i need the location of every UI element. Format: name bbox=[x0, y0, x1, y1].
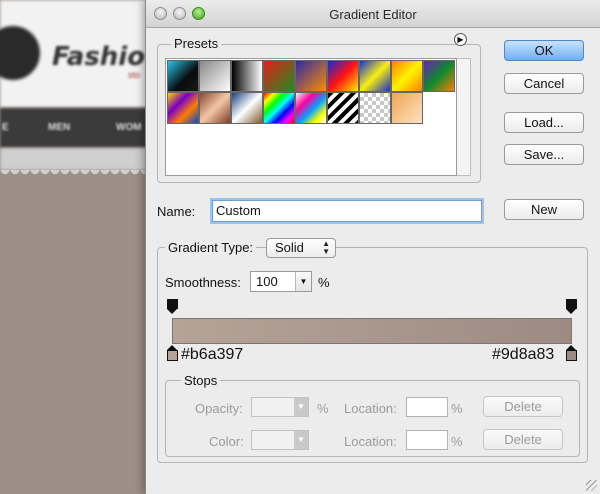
preset-swatch-transparent-checker[interactable] bbox=[199, 60, 231, 92]
color-location-label: Location: bbox=[344, 434, 397, 449]
color-label: Color: bbox=[209, 434, 244, 449]
color-delete-button[interactable]: Delete bbox=[483, 429, 563, 450]
preset-swatch-spectrum[interactable] bbox=[263, 92, 295, 124]
gradient-type-value: Solid bbox=[275, 240, 304, 255]
opacity-stop-pointer bbox=[566, 309, 576, 314]
opacity-location-label: Location: bbox=[344, 401, 397, 416]
preset-swatch-yellow-violet-orange-blue[interactable] bbox=[167, 92, 199, 124]
preset-swatch-transparent-rainbow[interactable] bbox=[295, 92, 327, 124]
color-stop-right[interactable] bbox=[566, 345, 577, 361]
chevron-down-icon[interactable]: ▼ bbox=[294, 431, 308, 449]
opacity-combobox[interactable]: ▼ bbox=[251, 397, 309, 417]
bg-nav-item: E bbox=[2, 122, 9, 133]
left-color-hex: #b6a397 bbox=[181, 346, 244, 363]
presets-label: Presets bbox=[171, 36, 222, 51]
preset-swatch-checker[interactable] bbox=[359, 92, 391, 124]
preset-swatch-orange-light[interactable] bbox=[391, 92, 423, 124]
presets-swatch-grid bbox=[165, 58, 457, 176]
presets-scrollbar[interactable] bbox=[457, 58, 471, 176]
bg-nav-item: WOM bbox=[116, 122, 142, 133]
right-color-hex: #9d8a83 bbox=[492, 346, 555, 363]
opacity-label: Opacity: bbox=[195, 401, 243, 416]
gradient-type-select[interactable]: Solid ▲ ▼ bbox=[266, 238, 336, 258]
smoothness-label: Smoothness: bbox=[165, 275, 241, 290]
load-button[interactable]: Load... bbox=[504, 112, 584, 133]
smoothness-unit: % bbox=[318, 275, 330, 290]
resize-grip-icon[interactable] bbox=[586, 480, 597, 491]
color-stop-swatch bbox=[167, 350, 178, 361]
color-stop-swatch bbox=[566, 350, 577, 361]
preset-swatch-transparent-stripes[interactable] bbox=[327, 92, 359, 124]
gradient-editor-window: Gradient Editor Presets ▶ OK Cancel Load… bbox=[145, 0, 600, 494]
save-button[interactable]: Save... bbox=[504, 144, 584, 165]
preset-swatch-blue-red-yellow[interactable] bbox=[327, 60, 359, 92]
title-bar: Gradient Editor bbox=[146, 0, 600, 28]
updown-arrows-icon: ▲ ▼ bbox=[322, 239, 330, 256]
opacity-delete-button[interactable]: Delete bbox=[483, 396, 563, 417]
opacity-stop-left[interactable] bbox=[167, 299, 178, 315]
preset-swatch-red-green[interactable] bbox=[263, 60, 295, 92]
preset-swatch-copper[interactable] bbox=[199, 92, 231, 124]
color-stop-left[interactable] bbox=[167, 345, 178, 361]
color-swatch-picker[interactable]: ▼ bbox=[251, 430, 309, 450]
ok-button[interactable]: OK bbox=[504, 40, 584, 61]
opacity-stop-pointer bbox=[167, 309, 177, 314]
bg-nav-item: MEN bbox=[48, 122, 71, 133]
presets-menu-icon[interactable]: ▶ bbox=[454, 33, 467, 46]
color-location-unit: % bbox=[451, 434, 463, 449]
preset-swatch-blue-yellow-blue[interactable] bbox=[359, 60, 391, 92]
preset-swatch-orange-yellow-orange[interactable] bbox=[391, 60, 423, 92]
opacity-unit: % bbox=[317, 401, 329, 416]
chevron-down-icon[interactable]: ▼ bbox=[295, 272, 311, 291]
chevron-down-icon[interactable]: ▼ bbox=[294, 398, 308, 416]
cancel-button[interactable]: Cancel bbox=[504, 73, 584, 94]
stops-label: Stops bbox=[181, 373, 221, 388]
gradient-preview-bar[interactable] bbox=[172, 318, 572, 344]
opacity-stop-cap bbox=[167, 299, 178, 309]
preset-swatch-chrome[interactable] bbox=[231, 92, 263, 124]
smoothness-combobox[interactable]: 100 ▼ bbox=[250, 271, 312, 292]
preset-swatch-black-white[interactable] bbox=[231, 60, 263, 92]
preset-swatch-violet-orange[interactable] bbox=[295, 60, 327, 92]
preset-swatch-violet-green-orange[interactable] bbox=[423, 60, 455, 92]
opacity-stop-cap bbox=[566, 299, 577, 309]
window-title: Gradient Editor bbox=[329, 7, 417, 22]
name-input[interactable]: Custom bbox=[212, 200, 482, 222]
gradient-type-label: Gradient Type: bbox=[165, 240, 257, 255]
opacity-location-unit: % bbox=[451, 401, 463, 416]
bg-logo-text: Fashio bbox=[52, 42, 146, 72]
color-location-input[interactable] bbox=[406, 430, 448, 450]
new-button[interactable]: New bbox=[504, 199, 584, 220]
name-label: Name: bbox=[157, 204, 196, 219]
smoothness-value[interactable]: 100 bbox=[256, 274, 278, 289]
opacity-location-input[interactable] bbox=[406, 397, 448, 417]
bg-logo-sub: sto bbox=[128, 70, 141, 80]
preset-swatch-blue-cyan-black[interactable] bbox=[167, 60, 199, 92]
opacity-stop-right[interactable] bbox=[566, 299, 577, 315]
